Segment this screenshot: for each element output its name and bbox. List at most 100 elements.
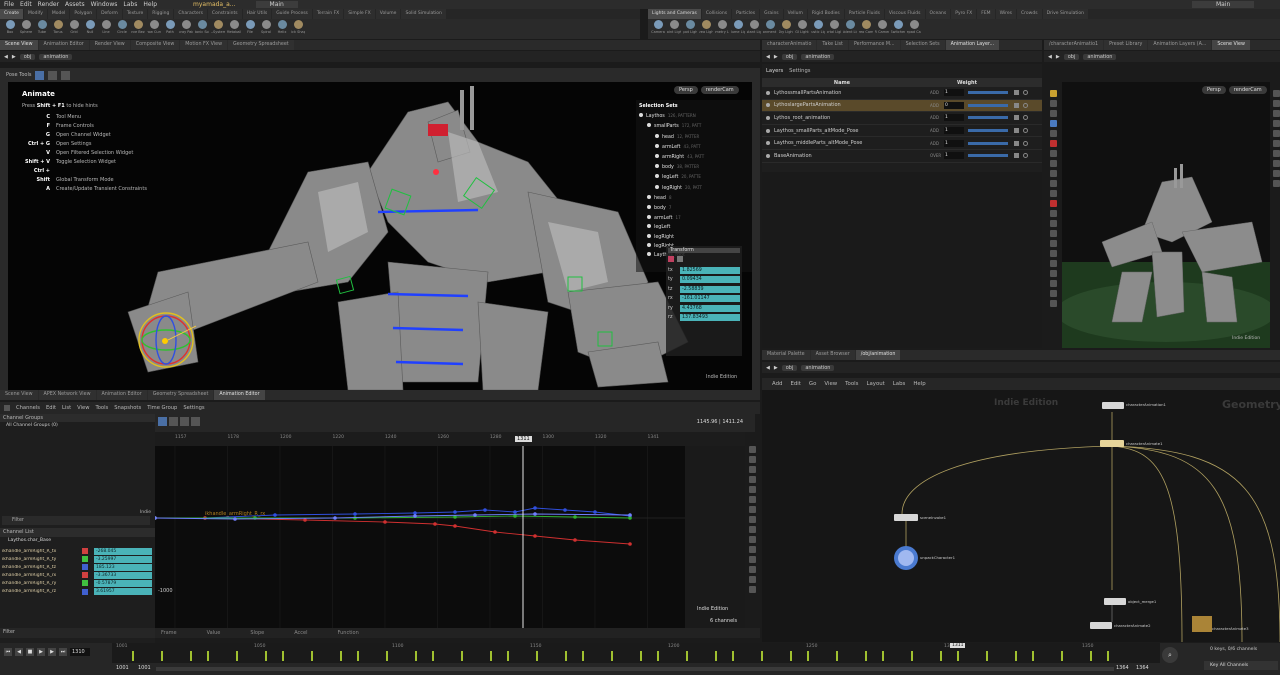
tool-file[interactable]: File xyxy=(243,19,257,34)
shelf-tab-simple-fx-12[interactable]: Simple FX xyxy=(344,9,375,19)
tab-geometry-spreadsheet-5[interactable]: Geometry Spreadsheet xyxy=(228,40,294,50)
r-persp-menu[interactable]: Persp xyxy=(1202,86,1226,94)
tab-render-view-2[interactable]: Render View xyxy=(89,40,130,50)
tool-spiral[interactable]: Spiral xyxy=(259,19,273,34)
reset-icon[interactable] xyxy=(677,256,683,262)
layer-row[interactable]: BaseAnimation OVER 1 xyxy=(762,150,1042,163)
graph-scale-icon[interactable] xyxy=(180,417,189,426)
tool-stereo-camera[interactable]: Stereo Camera xyxy=(859,19,873,34)
selection-set-item[interactable]: legRight 20, PATT xyxy=(639,183,752,193)
mute-icon[interactable] xyxy=(1023,102,1028,108)
stop-icon[interactable]: ■ xyxy=(26,648,34,656)
visibility-icon[interactable] xyxy=(647,123,651,128)
timeline-end-1[interactable]: 1364 xyxy=(1116,665,1129,671)
al-back-icon[interactable]: ◀ xyxy=(766,54,770,60)
shelf-tab-characters-7[interactable]: Characters xyxy=(174,9,207,19)
layer-mode[interactable]: ADD xyxy=(930,115,944,120)
layer-mode[interactable]: ADD xyxy=(930,90,944,95)
selection-set-item[interactable]: body 38, PATTER xyxy=(639,162,752,172)
channel-value-field[interactable]: -3.36733 xyxy=(94,571,152,579)
n-path-context[interactable]: animation xyxy=(801,364,835,371)
shelf-tab-solid-simulation-14[interactable]: Solid Simulation xyxy=(401,9,446,19)
shelf-tab-collisions-1[interactable]: Collisions xyxy=(701,9,732,19)
node-character-animate-1[interactable] xyxy=(1100,440,1124,447)
rotate-icon[interactable] xyxy=(61,70,71,80)
visibility-icon[interactable] xyxy=(655,133,659,138)
graph-field-function[interactable]: Function xyxy=(338,630,359,636)
layers-tab[interactable]: Layers xyxy=(766,68,783,74)
transform-ry-field[interactable]: 4.43768 xyxy=(680,304,740,312)
mute-icon[interactable] xyxy=(1023,115,1028,121)
selection-set-item[interactable]: head 12, PATTER xyxy=(639,132,752,142)
tool-gamepad-camera[interactable]: Gamepad Camera xyxy=(907,19,921,34)
layer-weight-field[interactable]: 1 xyxy=(944,152,964,160)
layer-mode[interactable]: ADD xyxy=(930,141,944,146)
timeline-marker[interactable]: 1311 xyxy=(950,643,966,648)
key-all-button[interactable]: Key All Channels xyxy=(1204,661,1278,670)
transform-rz-field[interactable]: 137.83493 xyxy=(680,314,740,322)
tool-draw-curve[interactable]: Draw Curve xyxy=(147,19,161,34)
visibility-icon[interactable] xyxy=(647,233,651,238)
channel-value-field[interactable]: -268.045 xyxy=(94,547,152,555)
shelf-tab-polygon-3[interactable]: Polygon xyxy=(70,9,97,19)
layer-weight-field[interactable]: 1 xyxy=(944,89,964,97)
scene-viewport[interactable]: Animate Press Shift + F1 to hide hints C… xyxy=(8,82,752,390)
network-menu-edit[interactable]: Edit xyxy=(790,381,800,387)
tab-performance-m-2[interactable]: Performance M... xyxy=(848,40,900,50)
tool-environment-light[interactable]: Environment Light xyxy=(763,19,777,34)
network-menu-go[interactable]: Go xyxy=(809,381,816,387)
menu-assets[interactable]: Assets xyxy=(65,1,85,8)
name-column[interactable]: Name xyxy=(762,80,922,86)
selection-set-item[interactable]: Laythos 126, PATTERN xyxy=(639,111,752,121)
visibility-icon[interactable] xyxy=(647,224,651,229)
menu-list[interactable]: List xyxy=(62,405,71,411)
tab-animation-editor-2[interactable]: Animation Editor xyxy=(96,390,147,400)
network-menu-labs[interactable]: Labs xyxy=(893,381,906,387)
timeline-track[interactable]: 100110501100115012001250130013501311 xyxy=(112,643,1160,663)
lock-icon[interactable] xyxy=(1014,140,1019,146)
layer-row[interactable]: Lythos_root_animation ADD 1 xyxy=(762,112,1042,125)
lock-icon[interactable] xyxy=(1014,128,1019,134)
shelf-tab-hair-utils-9[interactable]: Hair Utils xyxy=(242,9,272,19)
menu-file[interactable]: File xyxy=(4,1,14,8)
tab-apex-network-view-1[interactable]: APEX Network View xyxy=(38,390,96,400)
selection-set-item[interactable]: legRight xyxy=(639,233,752,242)
tool-torus[interactable]: Torus xyxy=(51,19,65,34)
tool-circle[interactable]: Circle xyxy=(115,19,129,34)
tab-preset-library-1[interactable]: Preset Library xyxy=(1104,40,1148,50)
network-menu-tools[interactable]: Tools xyxy=(845,381,858,387)
transform-tz-field[interactable]: -2.58839 xyxy=(680,285,740,293)
al-forward-icon[interactable]: ▶ xyxy=(774,54,778,60)
menu-labs[interactable]: Labs xyxy=(123,1,137,8)
layer-row[interactable]: Laythos_smallParts_altMode_Pose ADD 1 xyxy=(762,125,1042,138)
graph-field-value[interactable]: Value xyxy=(207,630,221,636)
graph-key-icon[interactable] xyxy=(191,417,200,426)
pose-tools-label[interactable]: Pose Tools xyxy=(6,72,31,78)
tool-area-light[interactable]: Area Light xyxy=(699,19,713,34)
graph-field-frame[interactable]: Frame xyxy=(161,630,177,636)
layer-mode[interactable]: OVER xyxy=(930,153,944,158)
step-back-icon[interactable]: ◀ xyxy=(15,648,23,656)
lock-icon[interactable] xyxy=(1014,153,1019,159)
menu-time-group[interactable]: Time Group xyxy=(147,405,177,411)
tool-l-system[interactable]: L-System xyxy=(211,19,225,34)
tool-grid[interactable]: Grid xyxy=(67,19,81,34)
shelf-tab-pyro-fx-9[interactable]: Pyro FX xyxy=(951,9,977,19)
tab-geometry-spreadsheet-3[interactable]: Geometry Spreadsheet xyxy=(147,390,214,400)
tool-quick-shapes[interactable]: Quick Shapes xyxy=(291,19,305,34)
tool-portal-light[interactable]: Portal Light xyxy=(827,19,841,34)
channel-value-field[interactable]: 185.123 xyxy=(94,563,152,571)
tab-animation-editor-1[interactable]: Animation Editor xyxy=(38,40,89,50)
shelf-tab-particles-2[interactable]: Particles xyxy=(732,9,760,19)
tool-geometry-light[interactable]: Geometry Light xyxy=(715,19,729,34)
visibility-icon[interactable] xyxy=(639,113,643,118)
select-icon[interactable] xyxy=(35,70,45,80)
layer-weight-field[interactable]: 0 xyxy=(944,101,964,109)
tab-obj-animation-2[interactable]: /obj/animation xyxy=(855,350,901,360)
layer-weight-slider[interactable] xyxy=(968,91,1008,95)
node-scene-invoke[interactable] xyxy=(894,514,918,521)
lock-icon[interactable] xyxy=(1014,90,1019,96)
shelf-tab-texture-5[interactable]: Texture xyxy=(122,9,148,19)
channel-row[interactable]: ikhandle_armRight_R_rz 3.61957 xyxy=(0,587,155,596)
visibility-icon[interactable] xyxy=(655,174,659,179)
